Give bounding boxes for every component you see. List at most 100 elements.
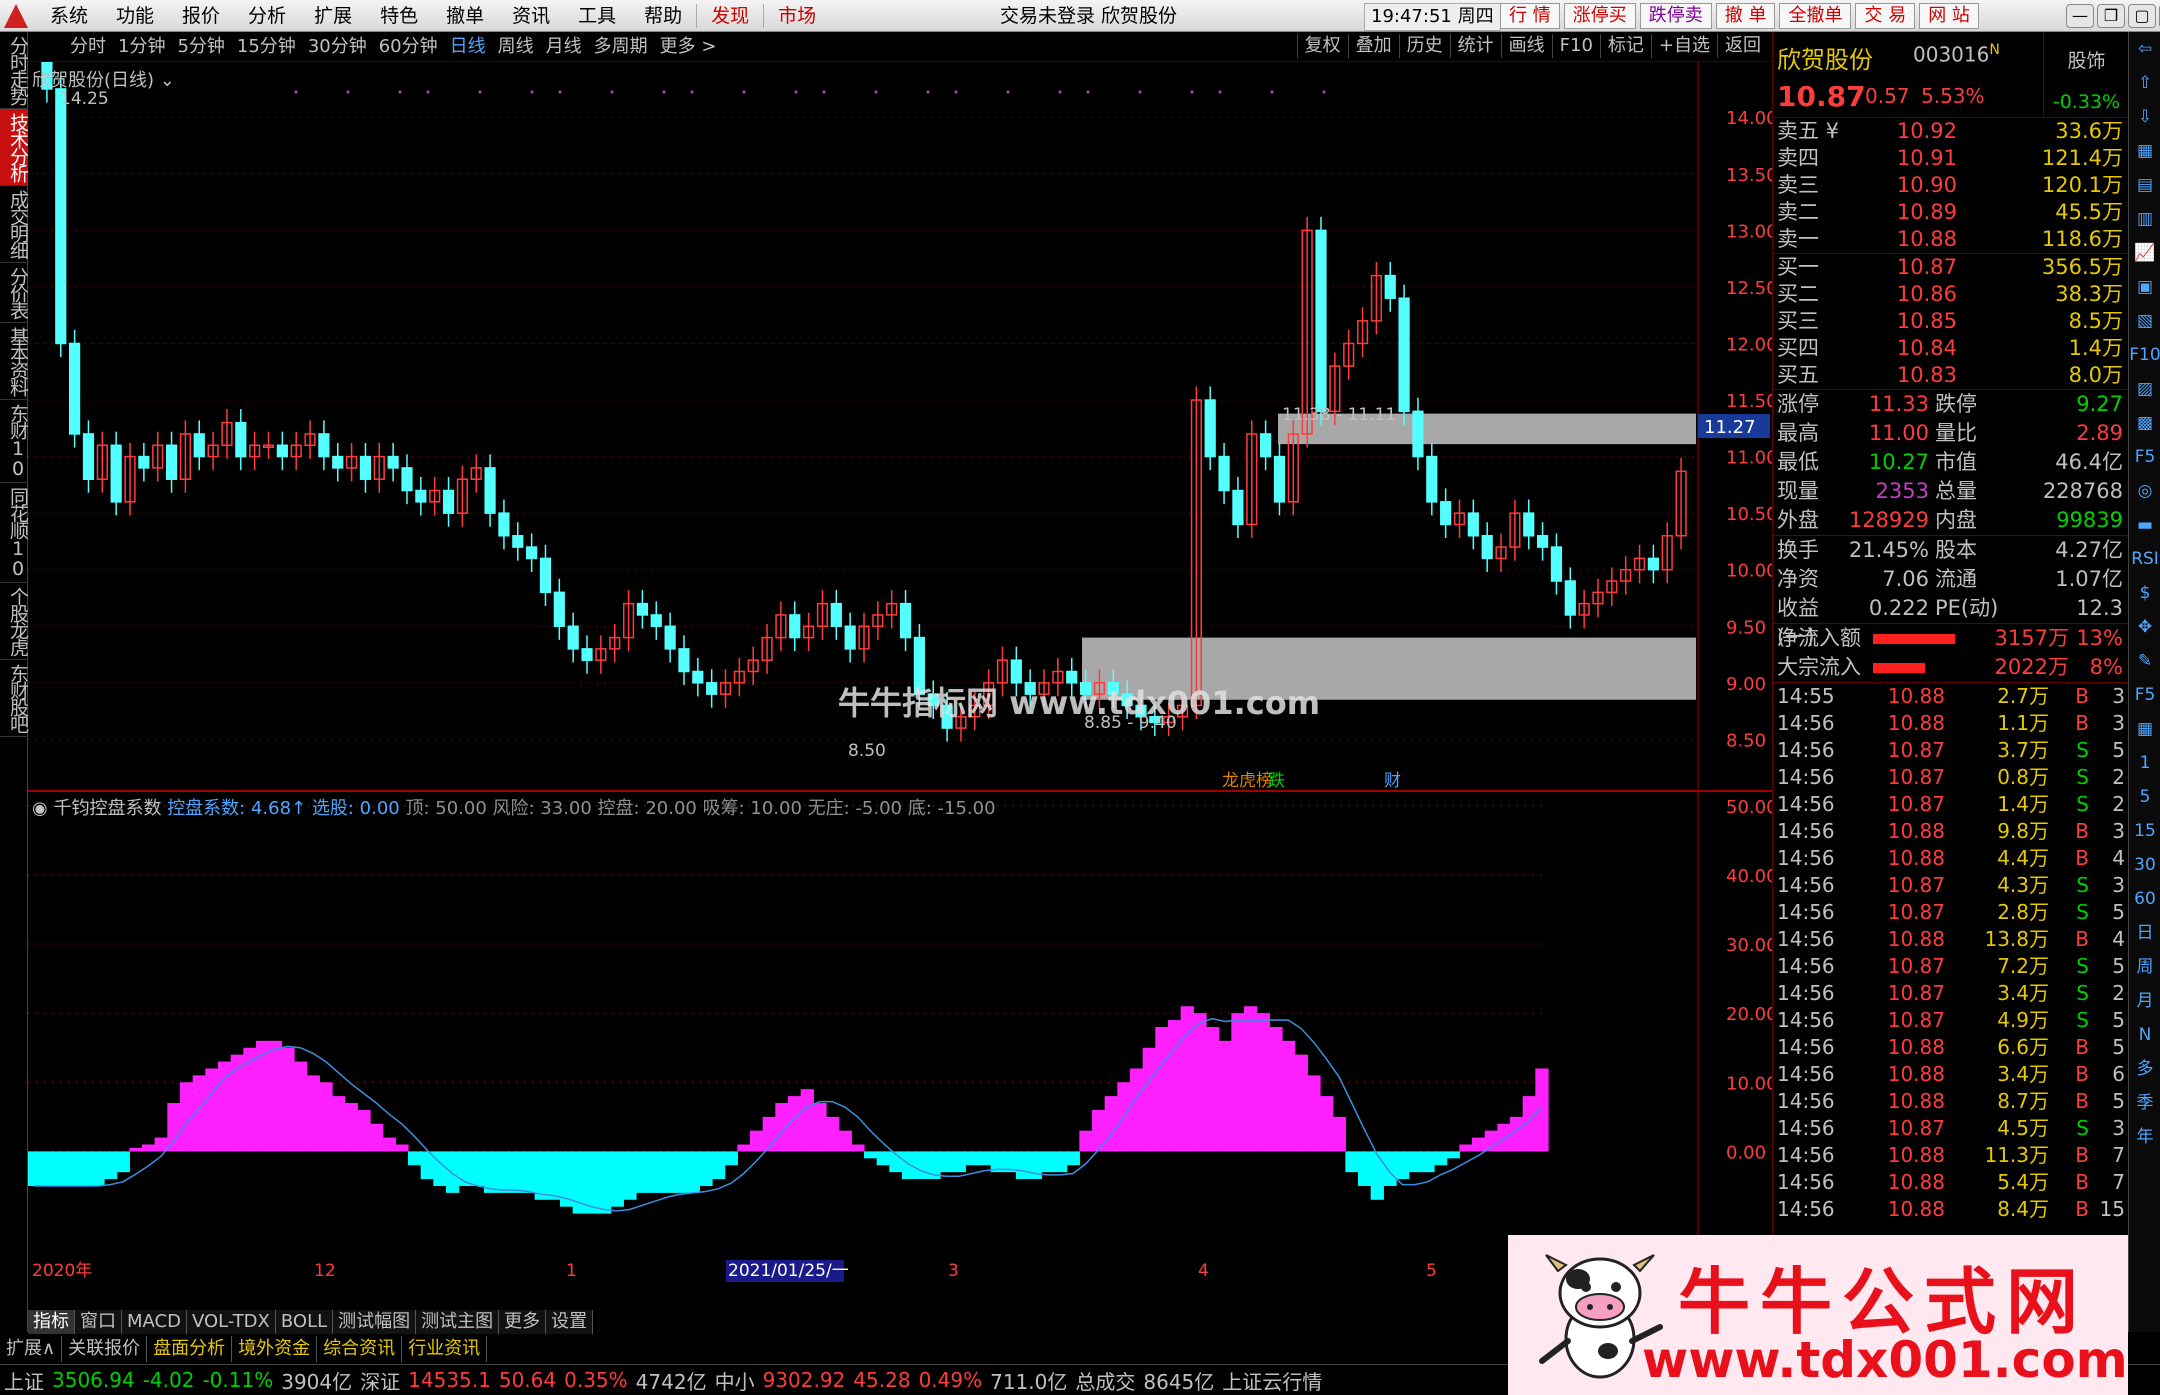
- minimize-icon[interactable]: —: [2066, 4, 2094, 28]
- candle-body[interactable]: [401, 467, 413, 492]
- candle-body[interactable]: [581, 648, 593, 661]
- candle-body[interactable]: [1412, 410, 1424, 458]
- candle-body[interactable]: [484, 467, 496, 514]
- tick-row[interactable]: 14:56 10.88 6.6万 B 5: [1773, 1034, 2128, 1061]
- left-tab[interactable]: 基本资料: [0, 323, 29, 400]
- sidebar-tool-icon[interactable]: 15: [2129, 814, 2160, 848]
- trade-button[interactable]: 撤 单: [1715, 3, 1776, 29]
- candle-body[interactable]: [830, 602, 842, 628]
- left-tab[interactable]: 分时走势: [0, 32, 29, 109]
- menu-item[interactable]: 帮助: [630, 4, 696, 28]
- candle-body[interactable]: [387, 455, 399, 469]
- candle-body[interactable]: [235, 421, 247, 458]
- candle-body[interactable]: [844, 625, 856, 650]
- candle-body[interactable]: [138, 455, 150, 469]
- sidebar-tool-icon[interactable]: 季: [2129, 1086, 2160, 1120]
- order-row[interactable]: 买二 10.86 38.3万: [1773, 281, 2128, 308]
- candle-body[interactable]: [1550, 546, 1563, 582]
- sidebar-tool-icon[interactable]: ▤: [2129, 168, 2160, 202]
- candle-body[interactable]: [1384, 274, 1396, 299]
- period-option[interactable]: 30分钟: [302, 35, 373, 59]
- candle-body[interactable]: [1647, 557, 1659, 571]
- order-row[interactable]: 卖五 ¥ 10.92 33.6万: [1773, 118, 2128, 145]
- candle-body[interactable]: [165, 444, 178, 480]
- tick-row[interactable]: 14:56 10.87 4.5万 S 3: [1773, 1115, 2128, 1142]
- menu-item[interactable]: 报价: [168, 4, 234, 28]
- menu-item[interactable]: 工具: [564, 4, 630, 28]
- left-tab[interactable]: 东财10: [0, 400, 29, 483]
- indicator-toggle-icon[interactable]: ◉: [32, 798, 48, 819]
- candle-body[interactable]: [1273, 455, 1286, 503]
- menu-item[interactable]: 撤单: [432, 4, 498, 28]
- chart-tool-button[interactable]: 历史: [1398, 34, 1450, 58]
- candle-body[interactable]: [539, 557, 552, 594]
- candle-body[interactable]: [1398, 297, 1410, 413]
- sidebar-tool-icon[interactable]: 5: [2129, 780, 2160, 814]
- chart-tool-button[interactable]: +自选: [1650, 34, 1717, 58]
- candle-body[interactable]: [1204, 399, 1216, 458]
- candle-body[interactable]: [664, 625, 676, 650]
- candle-body[interactable]: [415, 489, 427, 503]
- chart-tool-button[interactable]: 叠加: [1347, 34, 1399, 58]
- tick-row[interactable]: 14:56 10.88 8.4万 B 15: [1773, 1196, 2128, 1223]
- sidebar-tool-icon[interactable]: ▣: [2129, 270, 2160, 304]
- period-option[interactable]: 日线: [444, 35, 492, 59]
- candle-body[interactable]: [1481, 535, 1493, 560]
- tick-row[interactable]: 14:56 10.88 1.1万 B 3: [1773, 710, 2128, 737]
- left-tab[interactable]: 分价表: [0, 263, 29, 323]
- indicator-tab[interactable]: 指标: [28, 1310, 75, 1334]
- maximize-icon[interactable]: ▢: [2128, 4, 2156, 28]
- tick-row[interactable]: 14:55 10.88 2.7万 B 3: [1773, 683, 2128, 710]
- tick-row[interactable]: 14:56 10.87 3.4万 S 2: [1773, 980, 2128, 1007]
- sidebar-tool-icon[interactable]: 月: [2129, 984, 2160, 1018]
- sidebar-tool-icon[interactable]: 周: [2129, 950, 2160, 984]
- sidebar-tool-icon[interactable]: ▥: [2129, 202, 2160, 236]
- indicator-tab[interactable]: 测试主图: [416, 1310, 500, 1334]
- sidebar-tool-icon[interactable]: 60: [2129, 882, 2160, 916]
- candle-body[interactable]: [498, 512, 510, 537]
- event-marker[interactable]: 龙虎榜: [1222, 771, 1273, 791]
- sidebar-tool-icon[interactable]: F10: [2129, 338, 2160, 372]
- tick-row[interactable]: 14:56 10.88 11.3万 B 7: [1773, 1142, 2128, 1169]
- sector-box[interactable]: 股饰 -0.33%: [2043, 32, 2129, 118]
- candle-body[interactable]: [318, 433, 330, 458]
- tick-row[interactable]: 14:56 10.87 1.4万 S 2: [1773, 791, 2128, 818]
- candle-body[interactable]: [789, 614, 801, 639]
- left-tab[interactable]: 技术分析: [0, 109, 29, 186]
- candle-body[interactable]: [110, 444, 122, 503]
- tick-row[interactable]: 14:56 10.87 3.7万 S 5: [1773, 737, 2128, 764]
- candle-body[interactable]: [1232, 489, 1244, 526]
- candle-body[interactable]: [82, 433, 95, 480]
- candle-body[interactable]: [1426, 455, 1438, 503]
- candle-body[interactable]: [442, 489, 455, 514]
- candle-body[interactable]: [1536, 535, 1549, 548]
- candle-body[interactable]: [1467, 512, 1479, 537]
- menu-item[interactable]: 系统: [36, 4, 102, 28]
- sidebar-tool-icon[interactable]: ▦: [2129, 134, 2160, 168]
- candle-body[interactable]: [678, 648, 690, 673]
- extension-tab[interactable]: 扩展∧: [0, 1336, 63, 1362]
- indicator-tab[interactable]: MACD: [122, 1310, 187, 1334]
- chart-tool-button[interactable]: 标记: [1599, 34, 1651, 58]
- extension-tab[interactable]: 综合资讯: [317, 1336, 403, 1362]
- candle-body[interactable]: [1315, 229, 1327, 413]
- menu-item-highlight[interactable]: 市场: [763, 4, 830, 28]
- tick-row[interactable]: 14:56 10.87 4.9万 S 5: [1773, 1007, 2128, 1034]
- candle-body[interactable]: [1260, 433, 1272, 458]
- menu-item[interactable]: 特色: [366, 4, 432, 28]
- candle-body[interactable]: [512, 535, 524, 548]
- period-option[interactable]: 分时: [64, 35, 112, 59]
- left-tab[interactable]: 同花顺10: [0, 483, 29, 583]
- tick-row[interactable]: 14:56 10.88 3.4万 B 6: [1773, 1061, 2128, 1088]
- tick-row[interactable]: 14:56 10.87 4.3万 S 3: [1773, 872, 2128, 899]
- chart-tool-button[interactable]: 返回: [1717, 34, 1768, 58]
- tick-row[interactable]: 14:56 10.88 5.4万 B 7: [1773, 1169, 2128, 1196]
- candle-body[interactable]: [650, 614, 662, 628]
- candle-body[interactable]: [55, 88, 67, 345]
- event-marker[interactable]: 跌: [1268, 771, 1285, 791]
- candle-body[interactable]: [526, 546, 538, 560]
- sidebar-tool-icon[interactable]: N: [2129, 1018, 2160, 1052]
- sidebar-tool-icon[interactable]: $: [2129, 576, 2160, 610]
- candle-body[interactable]: [359, 455, 372, 480]
- candle-body[interactable]: [636, 602, 649, 616]
